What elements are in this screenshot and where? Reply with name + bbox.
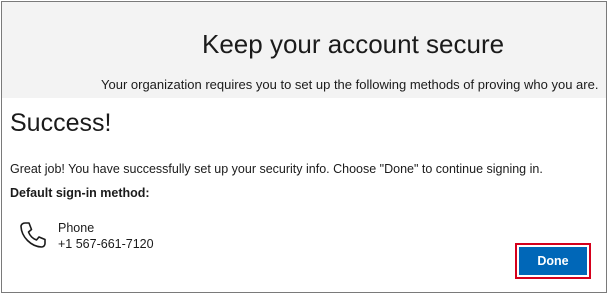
success-message: Great job! You have successfully set up … [10, 162, 543, 176]
done-button-highlight: Done [515, 243, 591, 279]
page-title: Keep your account secure [202, 29, 505, 59]
page-subtitle: Your organization requires you to set up… [101, 77, 599, 92]
default-method-label: Default sign-in method: [10, 186, 150, 200]
method-name: Phone [58, 221, 95, 235]
success-heading: Success! [10, 109, 112, 137]
phone-icon [18, 220, 48, 250]
dialog-frame: Keep your account secure Your organizati… [1, 1, 607, 293]
header-panel: Keep your account secure Your organizati… [2, 2, 606, 98]
done-button[interactable]: Done [519, 247, 587, 275]
method-phone-number: +1 567-661-7120 [58, 237, 154, 251]
